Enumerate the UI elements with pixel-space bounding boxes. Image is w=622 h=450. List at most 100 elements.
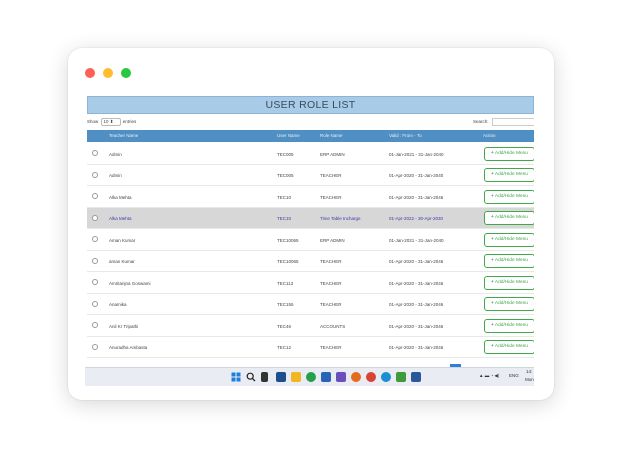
app-window: USER ROLE LIST Show 10 ⬍ entries Search:… [68,48,554,400]
table-row[interactable]: Anil Kr Tripathi TEC46 ACCOUNTS 01-Apr-2… [87,315,534,337]
table-row[interactable]: Admin TEC005 ERP ADMIN 01-Jan-2021 - 31-… [87,143,534,165]
table-row[interactable]: Anuradha Ambasta TEC12 TEACHER 01-Apr-20… [87,337,534,358]
app-icon-2[interactable] [396,372,406,382]
widgets-icon[interactable] [276,372,286,382]
valid-dates: 01-Apr-2020 - 31-Jan-2046 [389,302,444,307]
entries-label: entries [122,119,137,124]
app-icon[interactable] [336,372,346,382]
teacher-name: Aman Kumar [109,237,136,243]
row-radio[interactable] [92,150,98,156]
valid-dates: 01-Apr-2020 - 31-Jan-2040 [389,173,444,178]
row-radio[interactable] [92,236,98,242]
user-name: TEC46 [277,323,292,329]
add-hide-menu-button[interactable]: + Add/Hide Menu [484,189,534,204]
whatsapp-icon[interactable] [306,372,316,382]
user-name: TEC10065 [277,237,299,243]
table-header: Teacher Name User Name Role Name Valid :… [87,130,534,142]
row-radio[interactable] [92,214,98,221]
word-icon[interactable] [411,372,421,382]
user-name: TEC10065 [277,259,299,264]
valid-dates: 01-Apr-2020 - 31-Jan-2046 [389,259,444,264]
maximize-dot-icon[interactable] [121,68,131,78]
minimize-dot-icon[interactable] [103,68,113,78]
search-input[interactable] [492,118,534,126]
row-radio[interactable] [92,322,98,328]
clock-time[interactable]: 14: [526,369,532,374]
file-explorer-icon[interactable] [291,372,301,382]
teacher-name: aman Kumar [109,259,135,264]
row-radio[interactable] [92,171,98,178]
add-hide-menu-button[interactable]: + Add/Hide Menu [484,232,534,247]
table-row[interactable]: Aman Kumar TEC10065 ERP ADMIN 01-Jan-202… [87,229,534,251]
add-hide-menu-button[interactable]: + Add/Hide Menu [484,168,534,182]
row-radio[interactable] [92,343,98,350]
tray-icons[interactable]: ▲ ▬ ◔ ◀) [479,373,499,379]
user-name: TEC005 [277,173,294,178]
table-row-highlighted[interactable]: Alka Mehta TEC10 Time Table Incharge 01-… [87,207,534,229]
windows-start-icon[interactable] [231,372,241,382]
user-name: TEC155 [277,302,294,307]
add-hide-menu-button[interactable]: + Add/Hide Menu [484,211,534,225]
row-radio[interactable] [92,300,98,307]
table-row[interactable]: Alka Mehta TEC10 TEACHER 01-Apr-2020 - 3… [87,186,534,208]
header-teacher-name[interactable]: Teacher Name [109,133,138,138]
table-row[interactable]: Admin TEC005 TEACHER 01-Apr-2020 - 31-Ja… [87,165,534,186]
role-name: TEACHER [320,259,342,264]
task-view-icon[interactable] [261,372,268,382]
entries-select[interactable]: 10 ⬍ [100,117,121,126]
valid-dates: 01-Apr-2020 - 31-Jan-2046 [389,280,444,286]
search-icon[interactable] [246,372,256,382]
header-user-name[interactable]: User Name [277,133,300,138]
row-radio[interactable] [92,257,98,264]
plus-icon: + [491,301,494,306]
chrome-icon[interactable] [366,372,376,382]
screen: USER ROLE LIST Show 10 ⬍ entries Search:… [85,96,534,386]
teacher-name: Alka Mehta [109,194,132,200]
header-role-name[interactable]: Role Name [320,133,343,138]
user-name: TEC10 [277,216,292,221]
role-name: ERP ADMIN [320,237,345,243]
role-name: TEACHER [320,345,342,350]
valid-dates: 01-Jan-2021 - 31-Jan-2040 [389,237,444,243]
add-hide-menu-button[interactable]: + Add/Hide Menu [484,340,534,354]
plus-icon: + [491,279,494,285]
add-hide-menu-button[interactable]: + Add/Hide Menu [484,297,534,311]
role-name: ERP ADMIN [320,151,345,157]
valid-dates: 01-Apr-2020 - 31-Jan-2046 [389,345,444,350]
header-action: Action [483,133,496,138]
role-name: TEACHER [320,280,342,286]
store-icon[interactable] [321,372,331,382]
show-entries: Show 10 ⬍ entries [87,116,136,128]
table-row[interactable]: Anamika TEC155 TEACHER 01-Apr-2020 - 31-… [87,294,534,315]
plus-icon: + [491,215,494,220]
add-hide-menu-button[interactable]: + Add/Hide Menu [484,146,534,161]
add-hide-menu-button[interactable]: + Add/Hide Menu [484,254,534,268]
teacher-name: Amritanjna Goswami [109,280,151,286]
row-radio[interactable] [92,193,98,199]
table-row[interactable]: aman Kumar TEC10065 TEACHER 01-Apr-2020 … [87,251,534,272]
search-label: Search: [473,119,489,124]
row-radio[interactable] [92,279,98,285]
language-indicator[interactable]: ENG [509,373,519,378]
plus-icon: + [491,322,494,328]
table-row[interactable]: Amritanjna Goswami TEC113 TEACHER 01-Apr… [87,272,534,294]
close-dot-icon[interactable] [85,68,95,78]
add-hide-menu-button[interactable]: + Add/Hide Menu [484,275,534,290]
teacher-name: Admin [109,151,122,157]
plus-icon: + [491,193,494,199]
clock-date[interactable]: Mon [525,377,534,382]
teacher-name: Admin [109,173,122,178]
user-name: TEC005 [277,151,294,157]
plus-icon: + [491,150,494,156]
teacher-name: Alka Mehta [109,216,132,221]
user-name: TEC113 [277,280,294,286]
firefox-icon[interactable] [351,372,361,382]
valid-dates: 01-Apr-2020 - 31-Jan-2046 [389,194,444,200]
edge-icon[interactable] [381,372,391,382]
user-name: TEC12 [277,345,292,350]
taskbar: ▲ ▬ ◔ ◀) ENG 14: Mon [85,367,534,386]
header-valid-from-to[interactable]: Valid : From - To [389,133,422,138]
teacher-name: Anil Kr Tripathi [109,323,139,329]
valid-dates: 01-Jan-2021 - 31-Jan-2040 [389,151,444,157]
add-hide-menu-button[interactable]: + Add/Hide Menu [484,318,534,333]
